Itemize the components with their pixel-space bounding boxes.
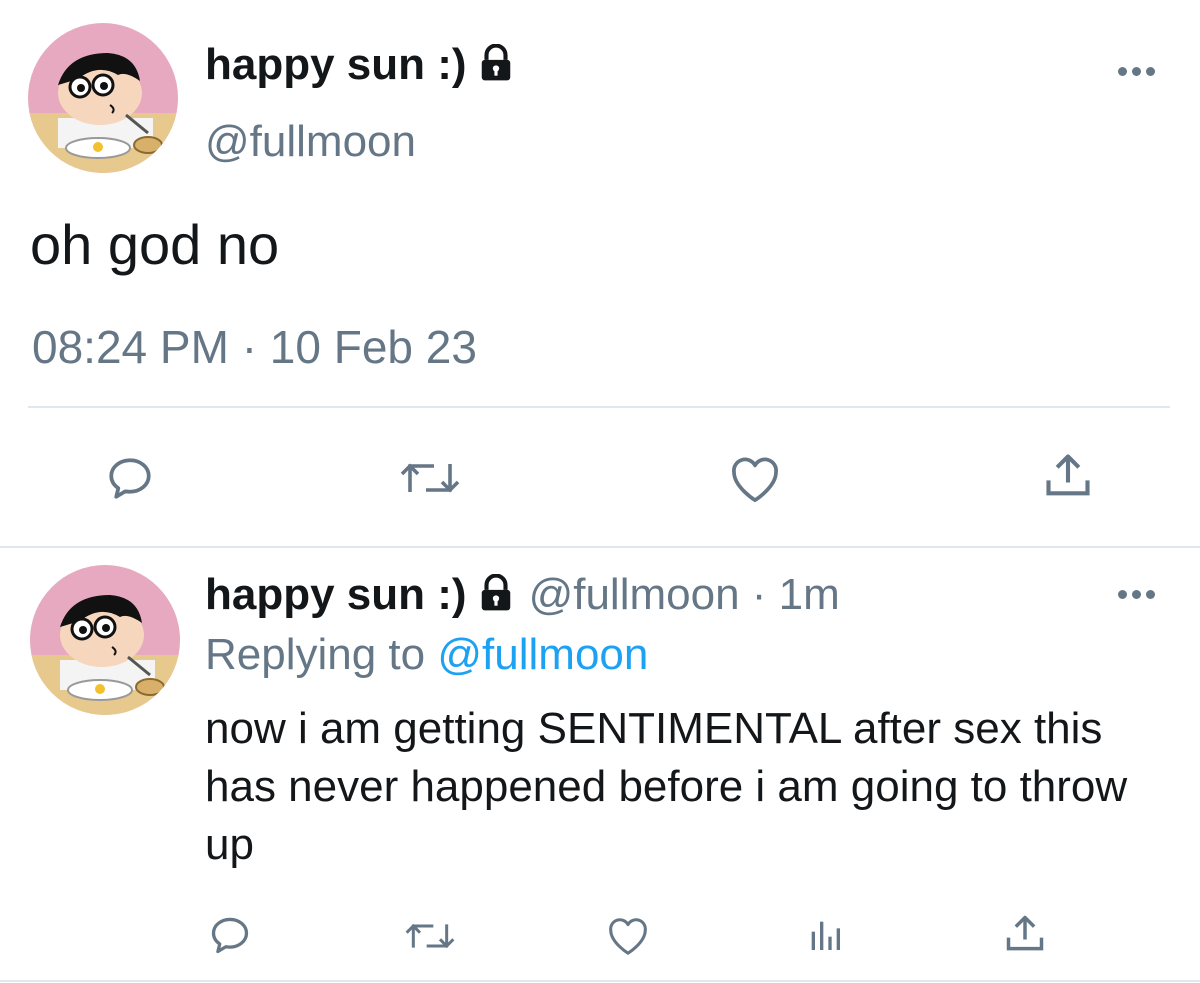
- handle[interactable]: @fullmoon: [529, 570, 740, 619]
- avatar-image: [28, 23, 178, 173]
- more-horizontal-icon[interactable]: [1118, 590, 1158, 602]
- lock-icon: [477, 43, 515, 93]
- share-button[interactable]: [1000, 908, 1050, 960]
- divider: [28, 406, 1170, 408]
- reply-button[interactable]: [100, 448, 160, 508]
- tweet-date: 10 Feb 23: [269, 321, 477, 373]
- reply-button[interactable]: [205, 910, 255, 960]
- display-name-text: happy sun :): [205, 40, 467, 89]
- display-name[interactable]: happy sun :): [205, 570, 467, 619]
- avatar-image: [30, 565, 180, 715]
- heart-icon: [732, 457, 778, 503]
- tweet-text: now i am getting SENTIMENTAL after sex t…: [205, 704, 1128, 869]
- reply-icon: [211, 917, 249, 954]
- tweet-age[interactable]: 1m: [779, 570, 840, 619]
- reply-header: happy sun :) @fullmoon · 1m: [205, 570, 840, 623]
- share-icon: [1006, 915, 1044, 951]
- avatar[interactable]: [30, 565, 180, 715]
- meta-separator: ·: [751, 570, 767, 619]
- meta-separator: ·: [241, 321, 258, 373]
- retweet-icon: [400, 463, 460, 493]
- analytics-icon: [811, 921, 840, 950]
- avatar[interactable]: [28, 23, 178, 173]
- heart-icon: [609, 918, 647, 955]
- retweet-button[interactable]: [395, 912, 465, 960]
- share-icon: [1046, 454, 1090, 496]
- handle[interactable]: @fullmoon: [205, 117, 416, 167]
- retweet-icon: [405, 923, 455, 949]
- mention-link[interactable]: @fullmoon: [437, 630, 648, 679]
- replying-to: Replying to @fullmoon: [205, 630, 648, 680]
- replying-prefix: Replying to: [205, 630, 426, 679]
- tweet-text: oh god no: [30, 213, 280, 276]
- tweet-timestamp[interactable]: 08:24 PM · 10 Feb 23: [32, 320, 477, 374]
- divider: [0, 980, 1200, 982]
- more-horizontal-icon[interactable]: [1118, 67, 1158, 79]
- divider: [0, 546, 1200, 548]
- analytics-button[interactable]: [802, 912, 848, 958]
- retweet-button[interactable]: [385, 448, 475, 508]
- like-button[interactable]: [722, 448, 788, 508]
- display-name[interactable]: happy sun :): [205, 40, 515, 93]
- tweet-time: 08:24 PM: [32, 321, 229, 373]
- share-button[interactable]: [1038, 445, 1098, 507]
- reply-icon: [109, 458, 151, 499]
- like-button[interactable]: [603, 910, 653, 960]
- lock-icon: [477, 573, 515, 623]
